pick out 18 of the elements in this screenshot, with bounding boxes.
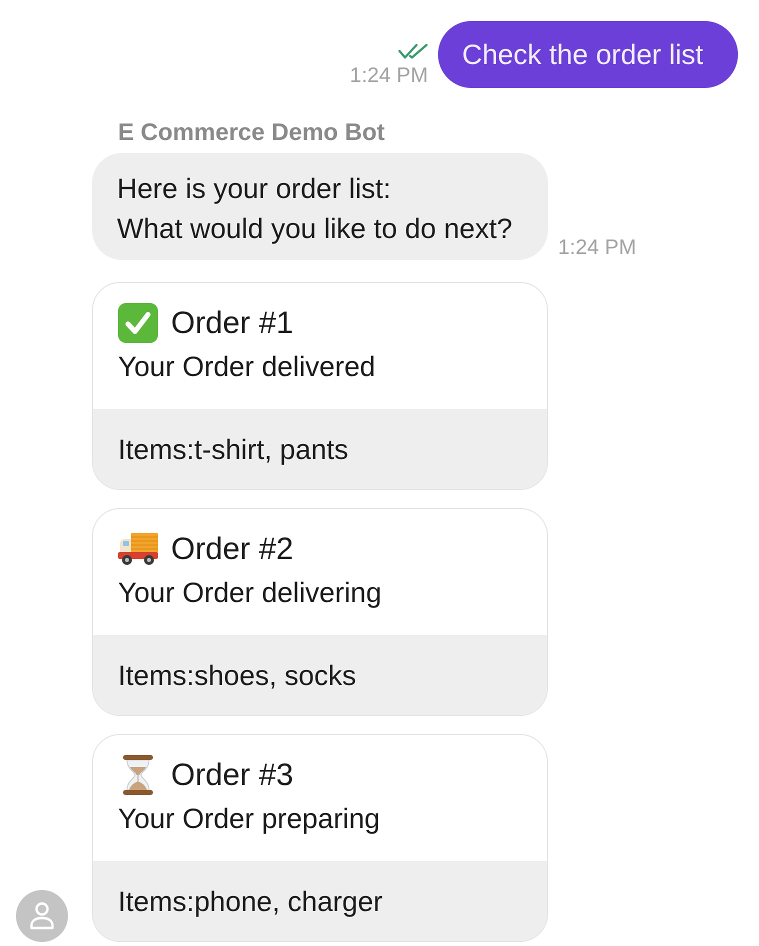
avatar-icon bbox=[16, 890, 68, 942]
bot-message: Here is your order list: What would you like to do next? bbox=[92, 153, 548, 260]
sender-name: E Commerce Demo Bot bbox=[118, 119, 385, 147]
order-title: Order #1 bbox=[171, 304, 294, 342]
order-title: Order #3 bbox=[171, 756, 294, 794]
hourglass-icon bbox=[123, 755, 153, 795]
order-items: Items:shoes, socks bbox=[118, 660, 356, 691]
order-title: Order #2 bbox=[171, 530, 294, 568]
truck-icon bbox=[118, 533, 158, 565]
check-mark-icon bbox=[118, 303, 158, 343]
order-items: Items:t-shirt, pants bbox=[118, 434, 348, 465]
order-status: Your Order preparing bbox=[118, 803, 380, 834]
user-message: Check the order list bbox=[438, 21, 738, 88]
order-status: Your Order delivering bbox=[118, 577, 382, 608]
message-time: 1:24 PM bbox=[350, 64, 428, 88]
order-status: Your Order delivered bbox=[118, 351, 376, 382]
order-items: Items:phone, charger bbox=[118, 886, 383, 917]
message-time: 1:24 PM bbox=[558, 236, 636, 260]
